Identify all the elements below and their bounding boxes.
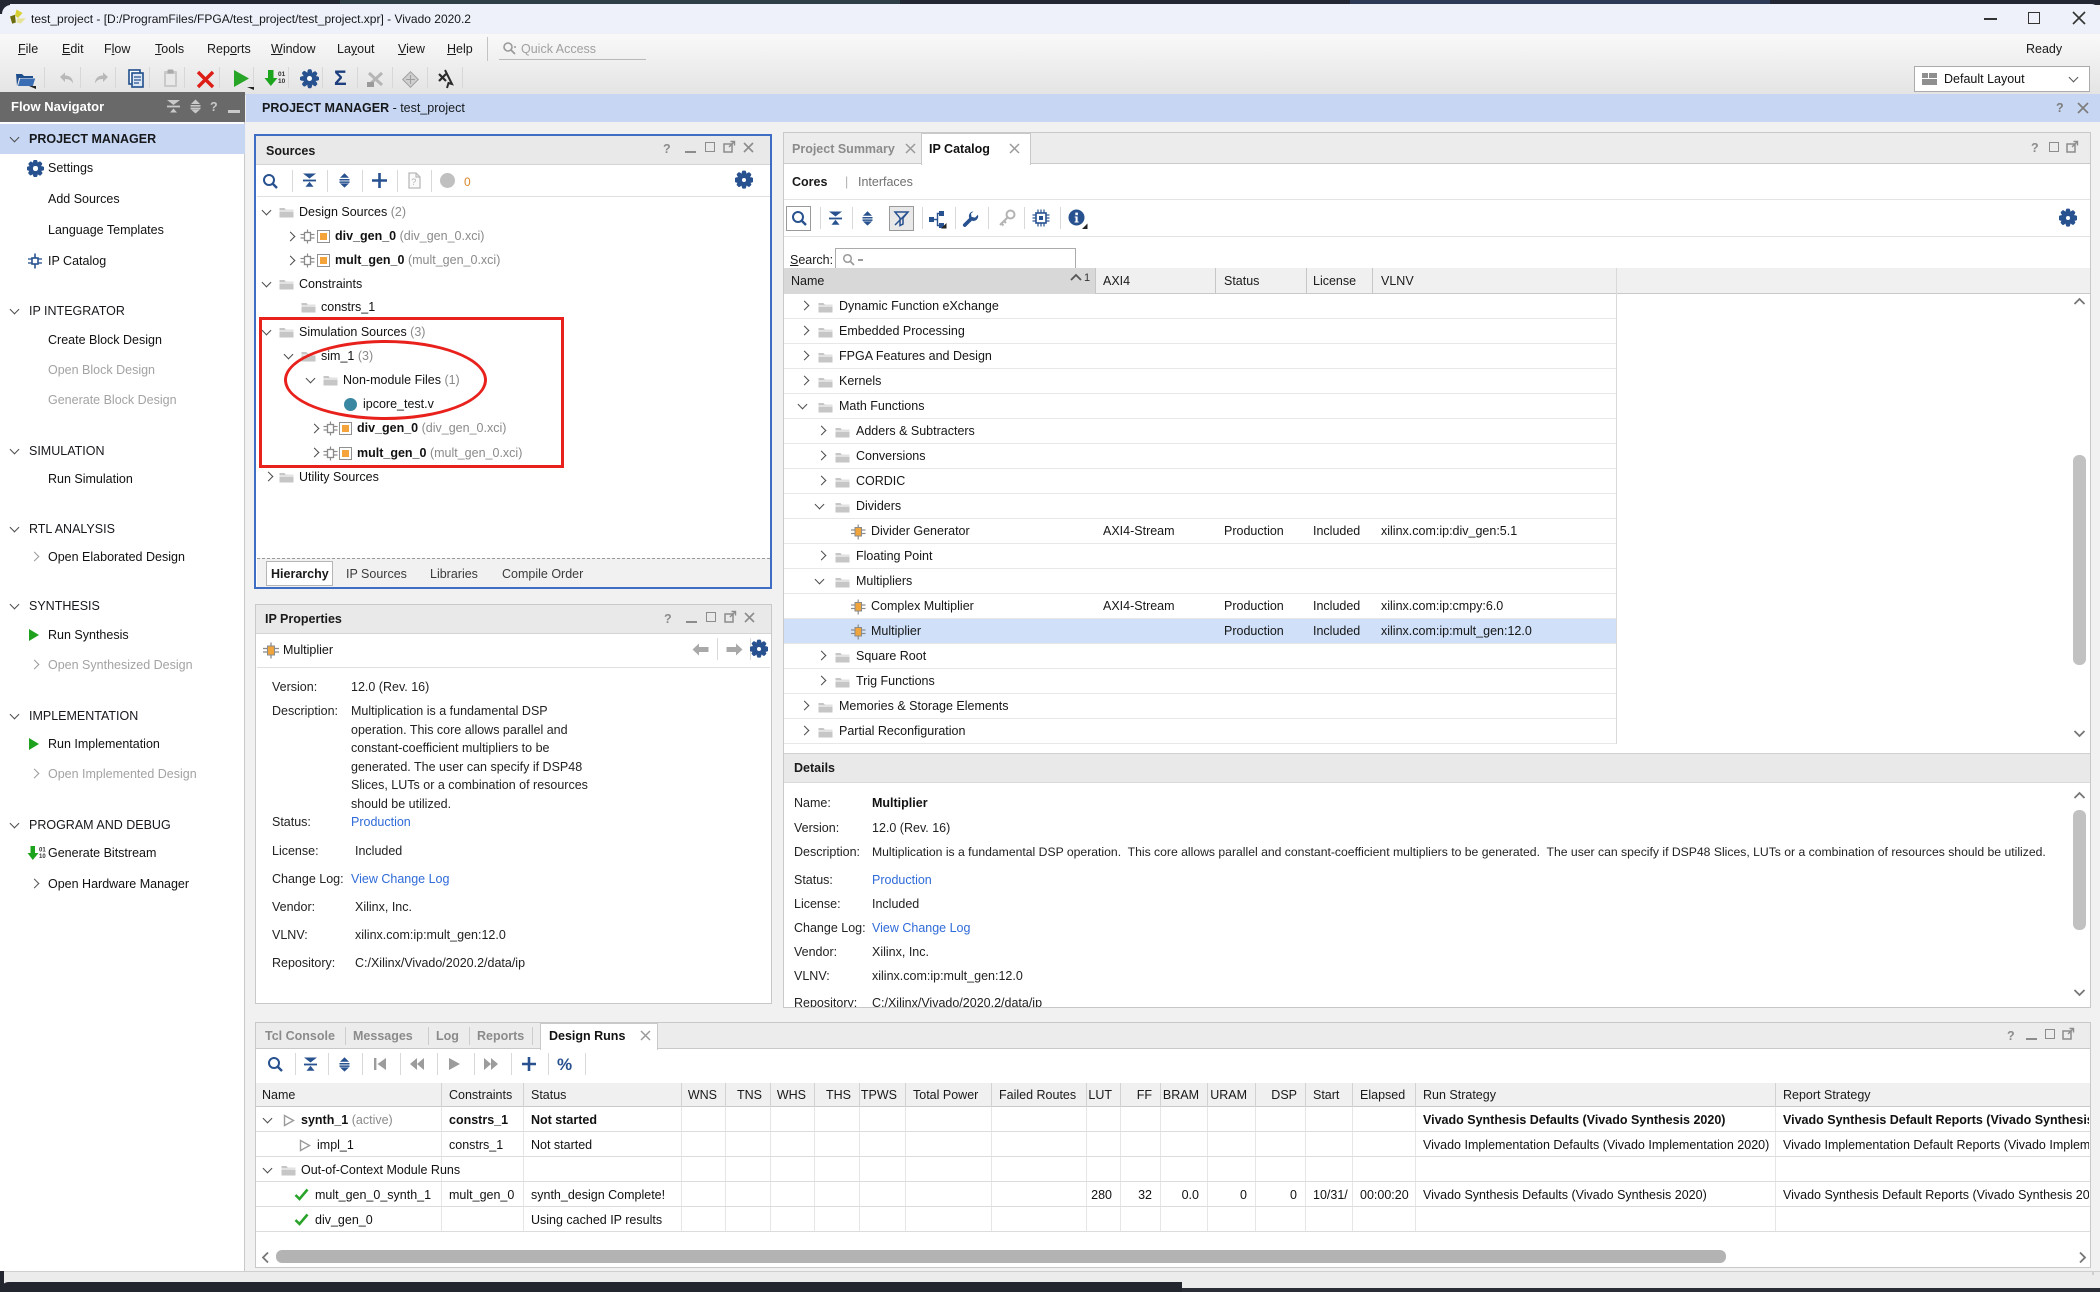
svg-text:10: 10 <box>39 854 46 860</box>
svg-text:?: ? <box>411 177 416 187</box>
svg-text:01: 01 <box>278 71 286 78</box>
svg-text:10: 10 <box>278 78 286 85</box>
svg-text:01: 01 <box>39 848 46 854</box>
